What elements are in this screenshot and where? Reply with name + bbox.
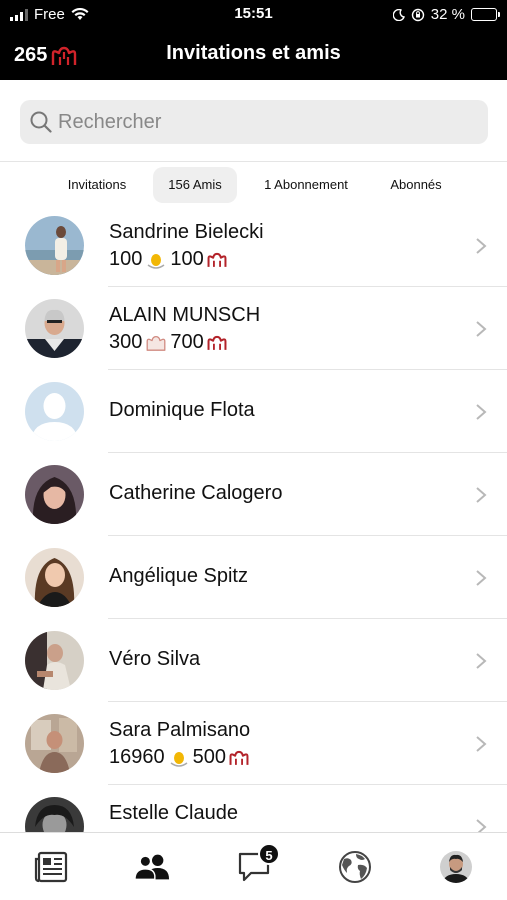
orientation-lock-icon [411,8,424,21]
moon-icon [392,8,405,21]
friend-stats: 100 100 [109,248,227,271]
app-header: 265 Invitations et amis [0,28,507,80]
avatar [25,631,84,690]
bottom-tab-bar: 5 [0,832,507,900]
avatar [25,714,84,773]
friends-tabs: Invitations 156 Amis 1 Abonnement Abonné… [0,162,507,208]
stat-value: 100 [170,248,204,270]
friend-row[interactable]: Dominique Flota [0,370,507,453]
chevron-right-icon [476,653,487,669]
crown-icon [207,252,227,267]
battery-icon [471,8,500,21]
friend-stats: 300 700 [109,331,227,354]
friend-name: ALAIN MUNSCH [109,304,261,326]
stat-value: 100 [109,248,143,270]
friends-icon [134,854,170,881]
avatar [25,797,84,832]
tab-subscription[interactable]: 1 Abonnement [250,167,362,203]
friend-stats: 16960 500 [109,746,249,769]
profile-avatar [440,851,472,883]
crown-icon [207,335,227,350]
friend-name: Véro Silva [109,648,201,670]
tab-news[interactable] [33,849,69,885]
chevron-right-icon [476,570,487,586]
avatar [25,548,84,607]
friend-name: Estelle Claude [109,802,238,824]
crown-outline-icon [146,335,166,351]
search-icon [30,111,52,133]
friend-row[interactable]: Estelle Claude [0,785,507,832]
news-icon [34,851,68,883]
search-input[interactable] [58,110,458,134]
chevron-right-icon [476,736,487,752]
avatar [25,299,84,358]
search-section [0,80,507,162]
stat-value: 16960 [109,746,165,768]
hand-wave-icon [170,751,188,767]
crown-icon [229,750,249,765]
friend-name: Sandrine Bielecki [109,221,264,243]
friend-name: Angélique Spitz [109,565,248,587]
avatar [25,465,84,524]
friend-name: Dominique Flota [109,399,255,421]
friend-row[interactable]: Sara Palmisano 16960 500 [0,702,507,785]
friend-row[interactable]: Catherine Calogero [0,453,507,536]
stat-value: 700 [170,331,204,353]
tab-invitations[interactable]: Invitations [54,167,140,203]
avatar-placeholder [25,382,84,441]
avatar [25,216,84,275]
tab-profile[interactable] [438,849,474,885]
stat-value: 300 [109,331,143,353]
tab-friends-nav[interactable] [134,849,170,885]
friend-row[interactable]: Véro Silva [0,619,507,702]
chevron-right-icon [476,238,487,254]
tab-messages[interactable]: 5 [236,843,280,885]
chevron-right-icon [476,404,487,420]
battery-percent: 32 % [430,6,465,23]
status-bar: Free 15:51 32 % [0,0,507,28]
friend-name: Catherine Calogero [109,482,283,504]
tab-explore[interactable] [337,849,373,885]
stat-value: 500 [192,746,226,768]
chevron-right-icon [476,819,487,832]
chevron-right-icon [476,321,487,337]
friend-name: Sara Palmisano [109,719,251,741]
tab-subscribers[interactable]: Abonnés [376,167,456,203]
friend-row[interactable]: Angélique Spitz [0,536,507,619]
chevron-right-icon [476,487,487,503]
page-title: Invitations et amis [166,42,341,64]
messages-badge: 5 [258,843,280,865]
tab-friends[interactable]: 156 Amis [153,167,237,203]
globe-icon [339,851,371,883]
friends-list: Sandrine Bielecki 100 100 ALAIN MUNSCH 3… [0,204,507,832]
friend-row[interactable]: ALAIN MUNSCH 300 700 [0,287,507,370]
search-bar[interactable] [20,100,488,144]
friend-row[interactable]: Sandrine Bielecki 100 100 [0,204,507,287]
hand-wave-icon [147,253,165,269]
status-right: 32 % [392,6,500,23]
